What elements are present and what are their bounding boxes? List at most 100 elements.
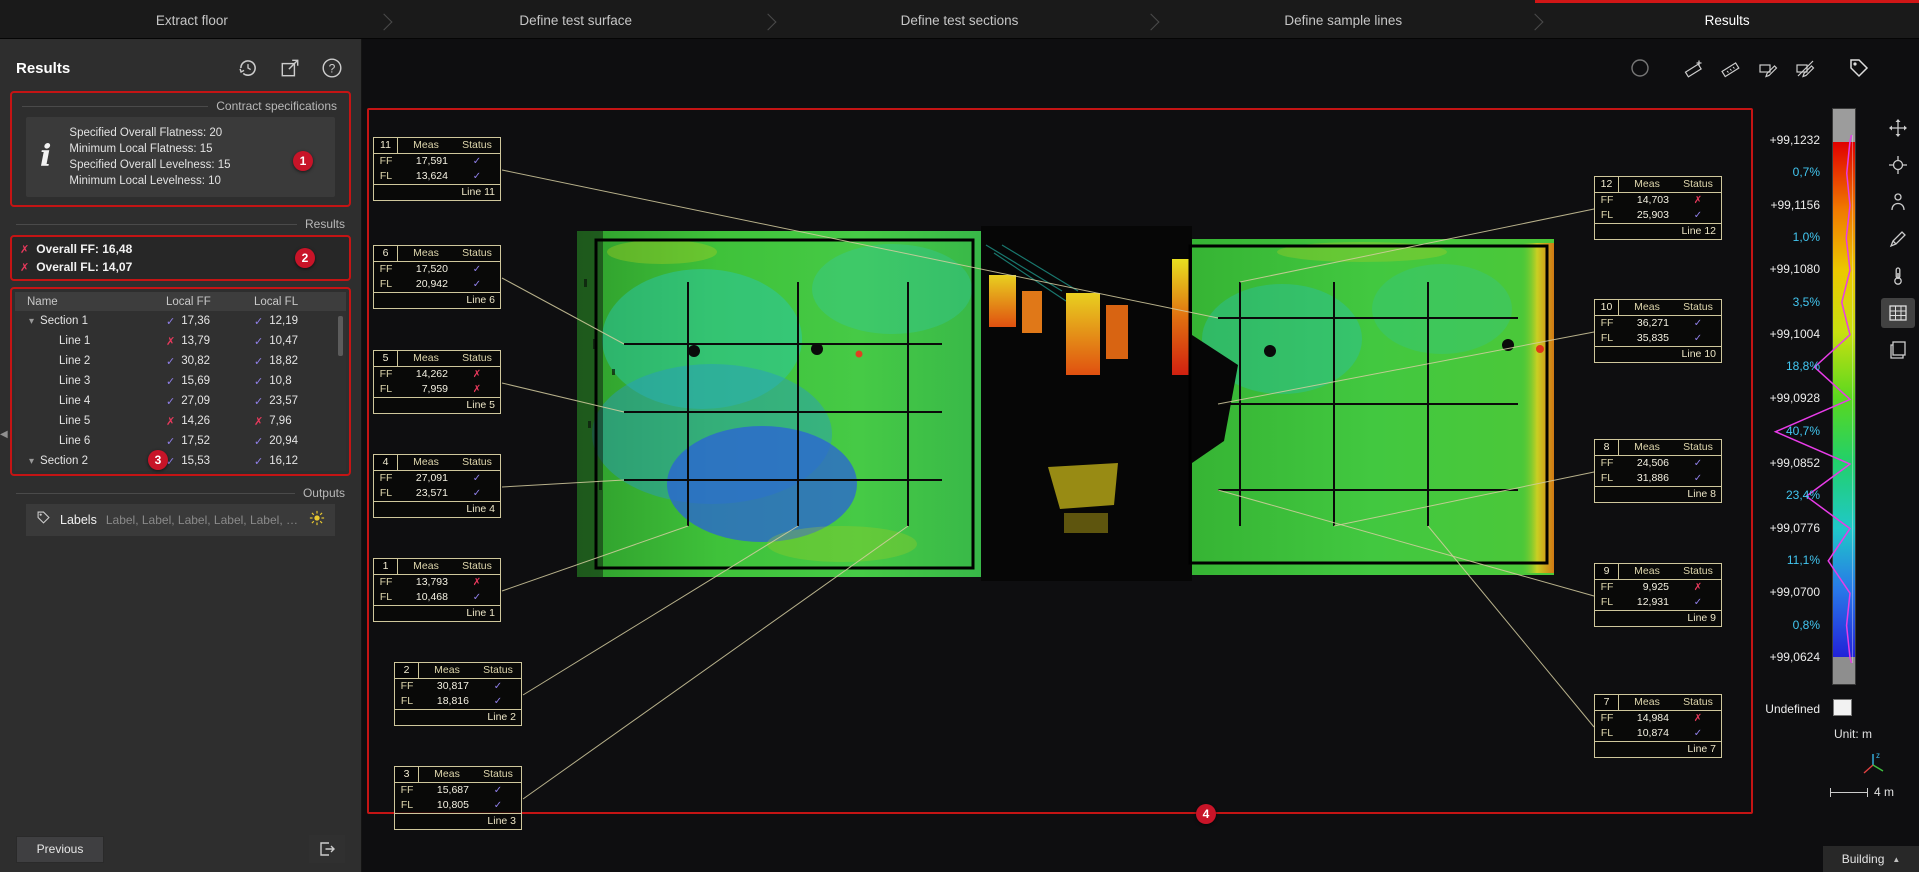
legend-bottom-cap [1833, 657, 1855, 684]
measurement-label-2[interactable]: 2MeasStatusFF30,817✓FL18,816✓Line 2 [394, 662, 522, 726]
tab-extract-floor[interactable]: Extract floor [0, 0, 384, 38]
tab-label: Define test surface [519, 13, 632, 28]
table-row[interactable]: Line 1✗13,79✓10,47 [15, 331, 346, 351]
measurement-label-9[interactable]: 9MeasStatusFF9,925✗FL12,931✓Line 9 [1594, 563, 1722, 627]
measure-icon[interactable] [1715, 53, 1747, 83]
table-row[interactable]: Line 6✓17,52✓20,94 [15, 431, 346, 451]
export-button[interactable] [309, 835, 345, 863]
previous-button[interactable]: Previous [16, 836, 104, 863]
measurement-label-3[interactable]: 3MeasStatusFF15,687✓FL10,805✓Line 3 [394, 766, 522, 830]
contract-spec-line: Minimum Local Levelness: 10 [69, 173, 230, 189]
measurement-label-5[interactable]: 5MeasStatusFF14,262✗FL7,959✗Line 5 [373, 350, 501, 414]
label-col-meas: Meas [398, 138, 454, 153]
table-row[interactable]: ▾Section 1✓17,36✓12,19 [15, 311, 346, 331]
annotation-badge-4: 4 [1196, 804, 1216, 824]
table-row[interactable]: Line 5✗14,26✗7,96 [15, 411, 346, 431]
label-number: 10 [1595, 300, 1619, 316]
table-row[interactable]: Line 2✓30,82✓18,82 [15, 351, 346, 371]
measurement-label-4[interactable]: 4MeasStatusFF27,091✓FL23,571✓Line 4 [373, 454, 501, 518]
label-col-meas: Meas [1619, 695, 1675, 710]
label-col-status: Status [454, 246, 500, 261]
row-name: Line 4 [59, 395, 90, 407]
undefined-color-swatch[interactable] [1833, 699, 1852, 716]
label-metric-value: 14,262 [398, 367, 454, 382]
measurement-label-10[interactable]: 10MeasStatusFF36,271✓FL35,835✓Line 10 [1594, 299, 1722, 363]
legend-elevation-value: +99,0624 [1692, 650, 1820, 664]
group-head-results: Results [16, 217, 345, 231]
measurement-label-8[interactable]: 8MeasStatusFF24,506✓FL31,886✓Line 8 [1594, 439, 1722, 503]
annotation-badge-2: 2 [295, 248, 315, 268]
measurement-label-11[interactable]: 11MeasStatusFF17,591✓FL13,624✓Line 11 [373, 137, 501, 201]
tab-define-test-sections[interactable]: Define test sections [768, 0, 1152, 38]
thermometer-icon[interactable] [1881, 261, 1915, 291]
check-icon: ✓ [1675, 208, 1721, 223]
table-row[interactable]: Line 4✓27,09✓23,57 [15, 391, 346, 411]
table-scrollbar[interactable] [338, 316, 343, 356]
cross-icon: ✗ [454, 575, 500, 590]
viewport-toolbar [1624, 53, 1875, 83]
cell-value: 10,47 [269, 335, 298, 347]
tab-results[interactable]: Results [1535, 0, 1919, 38]
focus-icon[interactable] [1881, 150, 1915, 180]
expander-icon[interactable]: ▾ [29, 456, 34, 467]
history-icon[interactable] [235, 55, 261, 81]
tab-define-test-surface[interactable]: Define test surface [384, 0, 768, 38]
contract-specs-list: Specified Overall Flatness: 20 Minimum Lo… [69, 125, 230, 189]
label-col-status: Status [454, 455, 500, 470]
legend-top-cap [1833, 109, 1855, 142]
axis-gizmo[interactable]: z [1858, 749, 1888, 779]
help-icon[interactable]: ? [319, 55, 345, 81]
measurement-label-6[interactable]: 6MeasStatusFF17,520✓FL20,942✓Line 6 [373, 245, 501, 309]
building-button[interactable]: Building ▲ [1823, 846, 1919, 872]
label-metric-key: FL [1595, 331, 1619, 346]
tab-define-sample-lines[interactable]: Define sample lines [1151, 0, 1535, 38]
popout-icon[interactable] [277, 55, 303, 81]
label-metric-value: 23,571 [398, 486, 454, 501]
measurement-label-1[interactable]: 1MeasStatusFF13,793✗FL10,468✓Line 1 [373, 558, 501, 622]
expander-icon[interactable]: ▾ [29, 316, 34, 327]
panel-title: Results [16, 60, 70, 77]
measurement-label-12[interactable]: 12MeasStatusFF14,703✗FL25,903✓Line 12 [1594, 176, 1722, 240]
legend-colorbar[interactable] [1832, 108, 1856, 685]
panel-collapse-handle[interactable]: ◀ [0, 428, 8, 442]
outputs-labels-row[interactable]: Labels Label, Label, Label, Label, Label… [26, 504, 335, 536]
label-line-name: Line 3 [395, 813, 521, 829]
group-label-results: Results [305, 217, 345, 231]
label-metric-key: FL [1595, 208, 1619, 223]
tab-label: Define test sections [901, 13, 1019, 28]
table-row[interactable]: Line 3✓15,69✓10,8 [15, 371, 346, 391]
label-col-meas: Meas [398, 559, 454, 574]
row-name: Line 2 [59, 355, 90, 367]
label-metric-key: FL [374, 169, 398, 184]
label-metric-key: FL [395, 798, 419, 813]
scale-line [1830, 788, 1868, 797]
row-name-cell: Line 2 [27, 355, 166, 367]
results-table: NameLocal FFLocal FL ▾Section 1✓17,36✓12… [15, 292, 346, 471]
cross-icon: ✗ [1675, 711, 1721, 726]
viewport[interactable]: 4 Undefined Unit: m 4 m [362, 39, 1919, 872]
label-metric-key: FL [374, 277, 398, 292]
cell-value: 27,09 [181, 395, 210, 407]
edit-labels-alt-icon[interactable] [1789, 53, 1821, 83]
annotation-box-table: NameLocal FFLocal FL ▾Section 1✓17,36✓12… [10, 287, 351, 476]
sheets-icon[interactable] [1881, 335, 1915, 365]
pan-icon[interactable] [1881, 113, 1915, 143]
cross-icon: ✗ [254, 415, 263, 428]
measurement-label-7[interactable]: 7MeasStatusFF14,984✗FL10,874✓Line 7 [1594, 694, 1722, 758]
annotate-icon[interactable] [1881, 224, 1915, 254]
row-name-cell: Line 5 [27, 415, 166, 427]
contract-spec-line: Specified Overall Flatness: 20 [69, 125, 230, 141]
person-view-icon[interactable] [1881, 187, 1915, 217]
table-row[interactable]: ▾Section 2✓15,53✓16,12 [15, 451, 346, 471]
check-icon: ✓ [166, 355, 175, 368]
tag-icon[interactable] [1843, 53, 1875, 83]
sun-icon[interactable] [309, 510, 325, 531]
grid-view-icon[interactable] [1881, 298, 1915, 328]
row-ff-cell: ✓15,69 [166, 375, 254, 388]
annotation-box-overall: ✗Overall FF: 16,48✗Overall FL: 14,07 2 [10, 235, 351, 281]
check-icon: ✓ [454, 277, 500, 292]
check-icon: ✓ [454, 486, 500, 501]
measure-add-icon[interactable] [1678, 53, 1710, 83]
snap-circle-icon[interactable] [1624, 53, 1656, 83]
edit-labels-icon[interactable] [1752, 53, 1784, 83]
